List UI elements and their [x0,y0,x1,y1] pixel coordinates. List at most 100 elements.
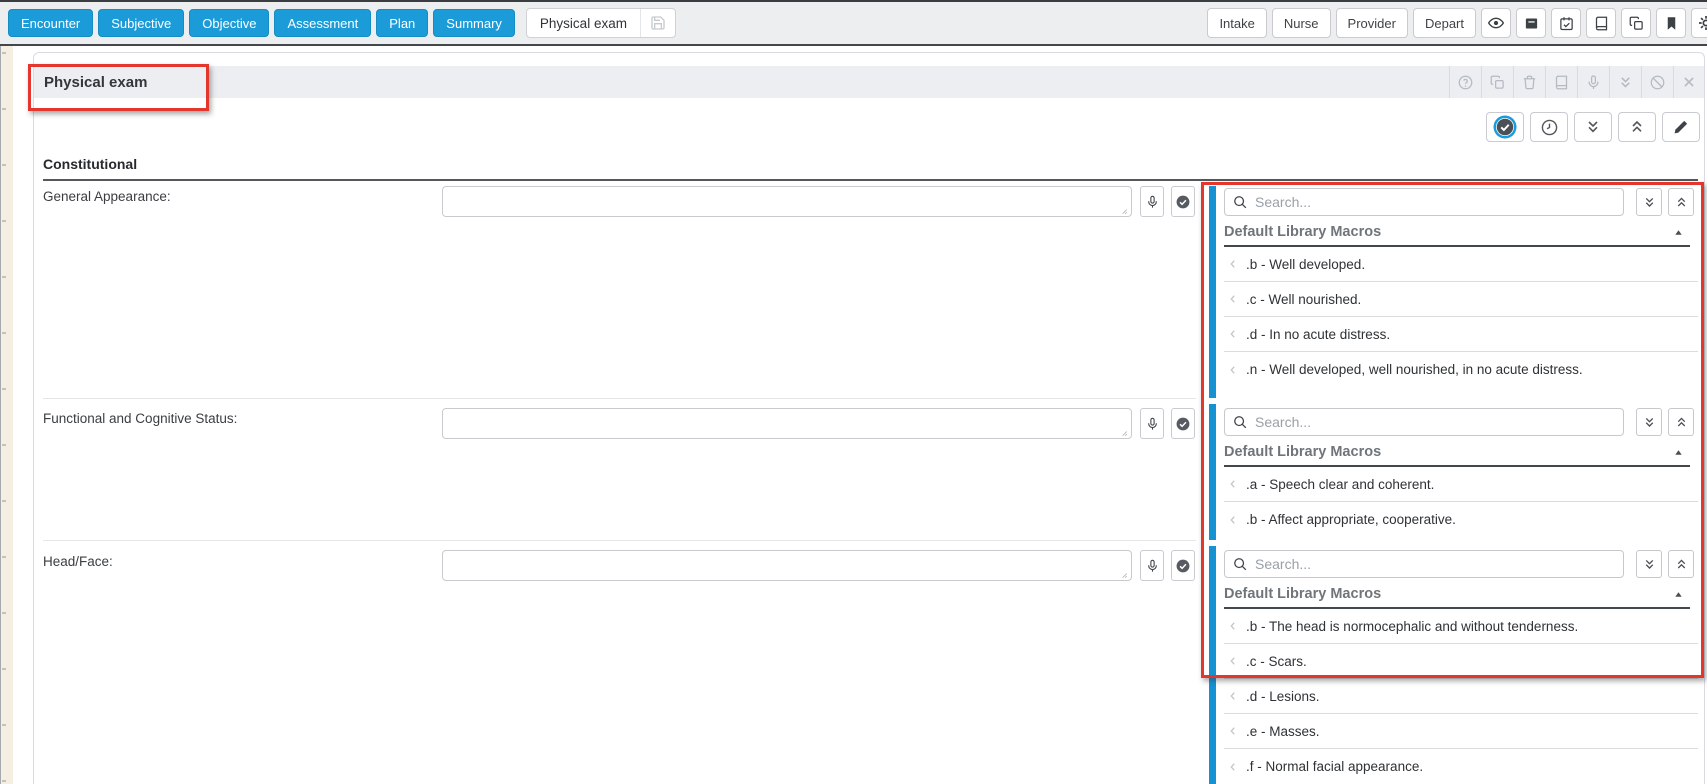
resize-handle-icon[interactable] [1118,205,1128,215]
save-button[interactable] [640,9,675,37]
tab-plan[interactable]: Plan [376,9,428,37]
chevron-left-icon [1227,690,1239,702]
nurse-button[interactable]: Nurse [1272,8,1331,38]
double-chevron-up-icon [1629,119,1645,135]
search-icon [1233,195,1247,209]
tab-assessment[interactable]: Assessment [274,9,371,37]
macro-group-header[interactable]: Default Library Macros [1224,586,1690,609]
tab-physical-exam-active[interactable]: Physical exam [527,9,640,37]
pencil-icon [1673,119,1689,135]
tab-summary[interactable]: Summary [433,9,515,37]
microphone-icon [1146,195,1159,209]
collapse-all-button[interactable] [1618,112,1656,142]
chart-book-button[interactable] [1586,8,1616,38]
macro-item[interactable]: .e - Masses. [1224,714,1698,749]
library-button[interactable] [1545,66,1577,98]
copy-icon [1629,16,1644,31]
tab-objective[interactable]: Objective [189,9,269,37]
macro-item[interactable]: .c - Scars. [1224,644,1698,679]
triangle-up-icon [1673,227,1690,238]
check-circle-icon [1176,559,1190,573]
general-appearance-textarea[interactable] [442,186,1132,217]
macro-panel-head-face: Default Library Macros .b - The head is … [1209,546,1698,784]
macro-item[interactable]: .b - The head is normocephalic and witho… [1224,609,1698,644]
macro-item[interactable]: .d - Lesions. [1224,679,1698,714]
settings-button[interactable] [1691,8,1707,38]
provider-button[interactable]: Provider [1336,8,1408,38]
preview-button[interactable] [1481,8,1511,38]
macro-search-input[interactable] [1225,551,1623,577]
dictate-section-button[interactable] [1577,66,1609,98]
help-button[interactable] [1449,66,1481,98]
macro-item-text: .b - The head is normocephalic and witho… [1246,619,1578,634]
double-chevron-down-icon [1618,75,1633,90]
dictate-field-button[interactable] [1140,408,1164,439]
expand-all-button[interactable] [1574,112,1612,142]
mark-normal-button[interactable] [1171,408,1195,439]
chevron-left-icon [1227,364,1239,376]
disable-section-button[interactable] [1641,66,1673,98]
intake-button[interactable]: Intake [1207,8,1266,38]
mark-all-normal-button[interactable] [1486,112,1524,142]
bookmark-button[interactable] [1656,8,1686,38]
macro-item-text: .n - Well developed, well nourished, in … [1246,362,1583,377]
expand-macros-button[interactable] [1636,408,1662,436]
macro-search-input[interactable] [1225,409,1623,435]
copy-icon [1490,75,1505,90]
row-label-head-face: Head/Face: [43,554,113,569]
trash-icon [1522,75,1537,90]
copy-forward-button[interactable] [1621,8,1651,38]
macro-item-text: .b - Affect appropriate, cooperative. [1246,512,1456,527]
floppy-save-icon [650,15,666,31]
expand-macros-button[interactable] [1636,188,1662,216]
macro-item[interactable]: .b - Well developed. [1224,247,1698,282]
macro-item[interactable]: .c - Well nourished. [1224,282,1698,317]
tab-encounter[interactable]: Encounter [8,9,93,37]
archive-button[interactable] [1516,8,1546,38]
chevron-left-icon [1227,258,1239,270]
macro-item[interactable]: .b - Affect appropriate, cooperative. [1224,502,1698,537]
macro-group-title: Default Library Macros [1224,586,1381,602]
chevron-left-icon [1227,293,1239,305]
resize-handle-icon[interactable] [1118,427,1128,437]
collapse-section-button[interactable] [1609,66,1641,98]
close-section-button[interactable] [1673,66,1704,98]
macro-item[interactable]: .n - Well developed, well nourished, in … [1224,352,1698,387]
tab-subjective[interactable]: Subjective [98,9,184,37]
collapsed-sidebar-strip[interactable] [0,46,13,784]
delete-section-button[interactable] [1513,66,1545,98]
history-button[interactable] [1530,112,1568,142]
copy-section-button[interactable] [1481,66,1513,98]
group-heading-constitutional: Constitutional [43,156,1698,181]
macro-item[interactable]: .a - Speech clear and coherent. [1224,467,1698,502]
resize-handle-icon[interactable] [1118,569,1128,579]
double-chevron-up-icon [1675,416,1688,429]
collapse-macros-button[interactable] [1668,550,1694,578]
functional-cognitive-textarea[interactable] [442,408,1132,439]
edit-button[interactable] [1662,112,1700,142]
dictate-field-button[interactable] [1140,550,1164,581]
head-face-textarea[interactable] [442,550,1132,581]
schedule-button[interactable] [1551,8,1581,38]
dictate-field-button[interactable] [1140,186,1164,217]
expand-macros-button[interactable] [1636,550,1662,578]
macro-item[interactable]: .f - Normal facial appearance. [1224,749,1698,784]
macro-group-header[interactable]: Default Library Macros [1224,444,1690,467]
mark-normal-button[interactable] [1171,186,1195,217]
macro-search-input[interactable] [1225,189,1623,215]
collapse-macros-button[interactable] [1668,408,1694,436]
macro-group-header[interactable]: Default Library Macros [1224,224,1690,247]
ehr-physical-exam-screen: Encounter Subjective Objective Assessmen… [0,0,1707,784]
depart-button[interactable]: Depart [1413,8,1476,38]
mark-normal-button[interactable] [1171,550,1195,581]
triangle-up-icon [1673,589,1690,600]
question-circle-icon [1458,75,1473,90]
double-chevron-up-icon [1675,196,1688,209]
microphone-icon [1146,417,1159,431]
collapse-macros-button[interactable] [1668,188,1694,216]
clock-icon [1541,119,1558,136]
macro-item-text: .d - In no acute distress. [1246,327,1390,342]
eye-icon [1488,15,1504,31]
active-tab-group: Physical exam [526,8,676,38]
macro-item[interactable]: .d - In no acute distress. [1224,317,1698,352]
